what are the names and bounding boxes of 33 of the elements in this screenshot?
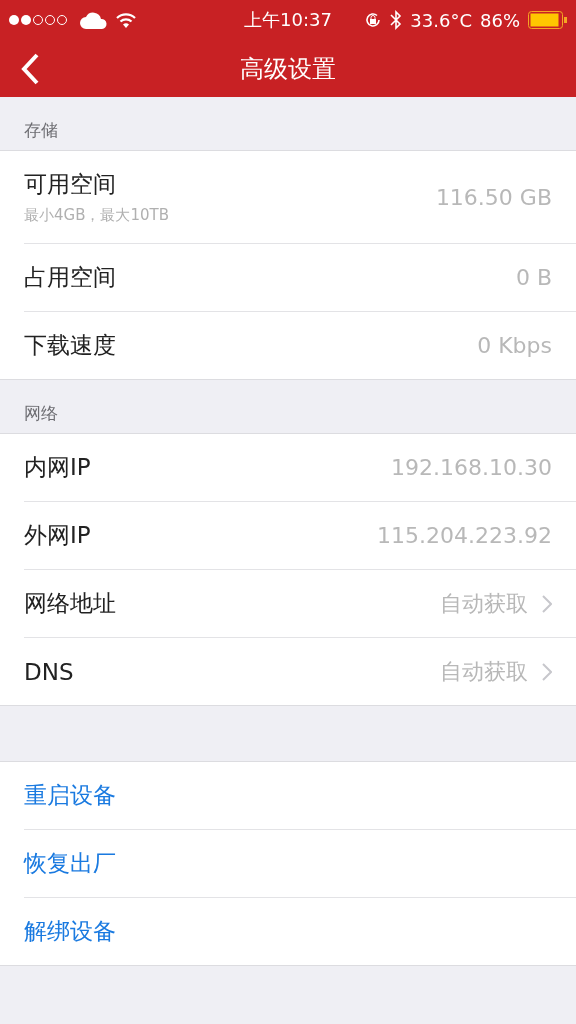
row-value: 自动获取 [440, 657, 528, 686]
row-label: DNS [24, 658, 75, 685]
row-value: 116.50 GB [435, 184, 552, 210]
page-title: 高级设置 [240, 53, 336, 85]
cloud-icon [80, 11, 108, 29]
row-value: 115.204.223.92 [377, 523, 552, 548]
section-header: 存储 [23, 119, 59, 142]
row-label: 下载速度 [24, 331, 117, 360]
settings-row[interactable]: 解绑设备 [24, 898, 576, 965]
row-label: 网络地址 [24, 589, 117, 618]
settings-row[interactable]: 重启设备 [24, 762, 576, 830]
row-hint: 最小4GB，最大10TB [24, 206, 170, 225]
bluetooth-icon [390, 10, 403, 30]
row-label: 可用空间 [24, 170, 117, 199]
battery-percent: 86% [480, 9, 520, 31]
battery-icon [528, 11, 568, 29]
settings-row[interactable]: DNS 自动获取 [24, 638, 576, 705]
row-value: 自动获取 [440, 589, 528, 618]
settings-row[interactable]: 网络地址 自动获取 [24, 570, 576, 638]
row-label: 占用空间 [24, 263, 117, 292]
settings-row[interactable]: 恢复出厂 [24, 830, 576, 898]
status-time: 上午10:37 [244, 8, 332, 32]
row-value: 0 B [515, 265, 552, 290]
temperature-text: 33.6°C [410, 9, 472, 31]
chevron-icon [542, 662, 552, 681]
section-header: 网络 [23, 402, 59, 425]
row-label: 内网IP [24, 453, 92, 482]
row-value: 0 Kbps [477, 333, 552, 358]
chevron-icon [542, 594, 552, 613]
rotation-lock-icon [364, 11, 383, 29]
wifi-icon [116, 12, 136, 28]
row-value: 192.168.10.30 [391, 455, 552, 480]
row-label: 外网IP [24, 521, 92, 550]
